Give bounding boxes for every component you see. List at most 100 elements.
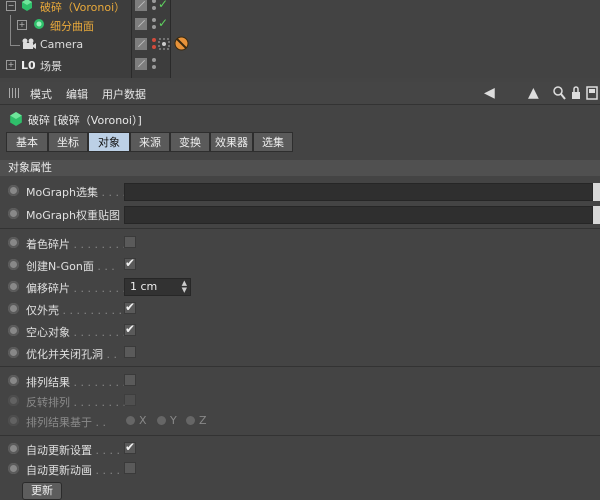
sort-results-checkbox[interactable] (124, 374, 136, 386)
object-row-scene[interactable]: + L0 场景 (0, 55, 600, 75)
param-row-mograph-selection: MoGraph选集 . . . . (0, 181, 600, 201)
optimize-close-checkbox[interactable] (124, 346, 136, 358)
animate-radio[interactable] (8, 463, 19, 474)
render-dots-icon[interactable] (151, 57, 157, 71)
visibility-tag-icon[interactable] (135, 38, 147, 50)
param-row-sort-results: 排列结果 . . . . . . . . (0, 371, 600, 391)
animate-radio[interactable] (8, 237, 19, 248)
animate-radio[interactable] (8, 303, 19, 314)
param-row-sort-based-on: 排列结果基于 . . X Y Z (0, 411, 600, 431)
lock-icon[interactable] (571, 86, 581, 100)
auto-update-checkbox[interactable] (124, 440, 136, 454)
expand-toggle-icon[interactable]: + (6, 60, 16, 70)
object-name[interactable]: 场景 (40, 58, 62, 74)
animate-radio[interactable] (8, 415, 19, 426)
up-arrow-icon[interactable]: ▲ (528, 85, 539, 101)
render-dots-icon[interactable] (151, 37, 157, 51)
tab-selections[interactable]: 选集 (253, 132, 293, 152)
param-row-hollow: 空心对象 . . . . . . . . . (0, 321, 600, 341)
param-row-color-fragments: 着色碎片 . . . . . . . . (0, 233, 600, 253)
enabled-check-icon[interactable]: ✓ (158, 0, 168, 11)
spinner-arrows-icon[interactable]: ▲ ▼ (182, 280, 187, 294)
subdivision-surface-icon (34, 19, 44, 29)
param-row-mograph-weight: MoGraph权重贴图 (0, 204, 600, 224)
animate-radio[interactable] (8, 185, 19, 196)
collapse-toggle-icon[interactable]: − (6, 1, 16, 11)
animate-radio[interactable] (8, 281, 19, 292)
object-name[interactable]: 破碎（Voronoi） (40, 0, 125, 15)
mograph-weight-link-field[interactable] (124, 206, 593, 224)
field-scroll-handle[interactable] (593, 183, 600, 201)
tab-coord[interactable]: 坐标 (48, 132, 88, 152)
param-row-auto-update-anim: 自动更新动画 . . . . (0, 459, 600, 479)
param-row-offset-fragments: 偏移碎片 . . . . . . . . 1 cm ▲ ▼ (0, 277, 600, 297)
offset-fragments-input[interactable]: 1 cm ▲ ▼ (124, 278, 191, 296)
render-dots-icon[interactable] (151, 0, 157, 12)
auto-update-anim-checkbox[interactable] (124, 462, 136, 474)
render-dots-icon[interactable] (151, 17, 157, 31)
invert-sort-checkbox[interactable] (124, 394, 136, 406)
menu-edit[interactable]: 编辑 (66, 86, 88, 102)
mograph-selection-link-field[interactable] (124, 183, 593, 201)
search-icon[interactable] (553, 86, 566, 100)
animate-radio[interactable] (8, 395, 19, 406)
hollow-checkbox[interactable] (124, 322, 136, 336)
visibility-tag-icon[interactable] (135, 58, 147, 70)
camera-icon (22, 38, 36, 49)
object-row-subdivision[interactable]: + 细分曲面 ✓ (0, 15, 600, 35)
tab-basic[interactable]: 基本 (6, 132, 48, 152)
divider (0, 366, 600, 367)
param-label: 空心对象 . . . . . . . . . (26, 326, 133, 339)
tab-source[interactable]: 来源 (130, 132, 170, 152)
animate-radio[interactable] (8, 208, 19, 219)
create-ngon-checkbox[interactable] (124, 256, 136, 270)
divider (0, 228, 600, 229)
param-label: MoGraph权重贴图 (26, 209, 120, 222)
param-row-auto-update: 自动更新设置 . . . . (0, 439, 600, 459)
color-fragments-checkbox[interactable] (124, 236, 136, 248)
axis-y-radio[interactable]: Y (157, 414, 177, 427)
tab-object[interactable]: 对象 (88, 132, 130, 152)
shell-only-checkbox[interactable] (124, 300, 136, 314)
field-scroll-handle[interactable] (593, 206, 600, 224)
param-label: 排列结果基于 . . (26, 416, 106, 429)
animate-radio[interactable] (8, 375, 19, 386)
protection-tag-icon[interactable] (174, 36, 189, 51)
camera-target-icon[interactable] (158, 38, 170, 50)
animate-radio[interactable] (8, 347, 19, 358)
menu-mode[interactable]: 模式 (30, 86, 52, 102)
axis-z-radio[interactable]: Z (186, 414, 207, 427)
voronoi-fracture-icon (22, 0, 32, 11)
animate-radio[interactable] (8, 325, 19, 336)
new-panel-icon[interactable] (586, 86, 598, 100)
param-row-invert-sort: 反转排列 . . . . . . . . (0, 391, 600, 411)
divider (0, 435, 600, 436)
object-row-voronoi[interactable]: − 破碎（Voronoi） ✓ (0, 0, 600, 16)
tree-line (10, 35, 11, 45)
expand-toggle-icon[interactable]: + (17, 20, 27, 30)
object-name[interactable]: 细分曲面 (50, 18, 94, 34)
section-header: 对象属性 (0, 160, 600, 176)
update-button[interactable]: 更新 (22, 482, 62, 500)
enabled-check-icon[interactable]: ✓ (158, 16, 168, 30)
object-name[interactable]: Camera (40, 38, 83, 51)
visibility-tag-icon[interactable] (135, 0, 147, 11)
attribute-toolbar: 模式 编辑 用户数据 ◀ ▲ (0, 82, 600, 105)
menu-user-data[interactable]: 用户数据 (102, 86, 146, 102)
back-arrow-icon[interactable]: ◀ (484, 85, 495, 101)
tab-effectors[interactable]: 效果器 (210, 132, 253, 152)
param-label: 着色碎片 . . . . . . . . (26, 238, 126, 251)
param-label: 偏移碎片 . . . . . . . . (26, 282, 126, 295)
svg-text:L0: L0 (21, 59, 35, 70)
object-row-camera[interactable]: Camera (0, 35, 600, 55)
animate-radio[interactable] (8, 443, 19, 454)
visibility-tag-icon[interactable] (135, 18, 147, 30)
param-label: 仅外壳 . . . . . . . . . . . (26, 304, 136, 317)
param-row-create-ngon: 创建N-Gon面 . . . (0, 255, 600, 275)
axis-x-radio[interactable]: X (126, 414, 147, 427)
tab-transform[interactable]: 变换 (170, 132, 210, 152)
param-row-optimize-close: 优化并关闭孔洞 . . (0, 343, 600, 363)
param-label: MoGraph选集 . . . . (26, 186, 126, 199)
animate-radio[interactable] (8, 259, 19, 270)
grip-handle-icon[interactable] (9, 88, 19, 98)
